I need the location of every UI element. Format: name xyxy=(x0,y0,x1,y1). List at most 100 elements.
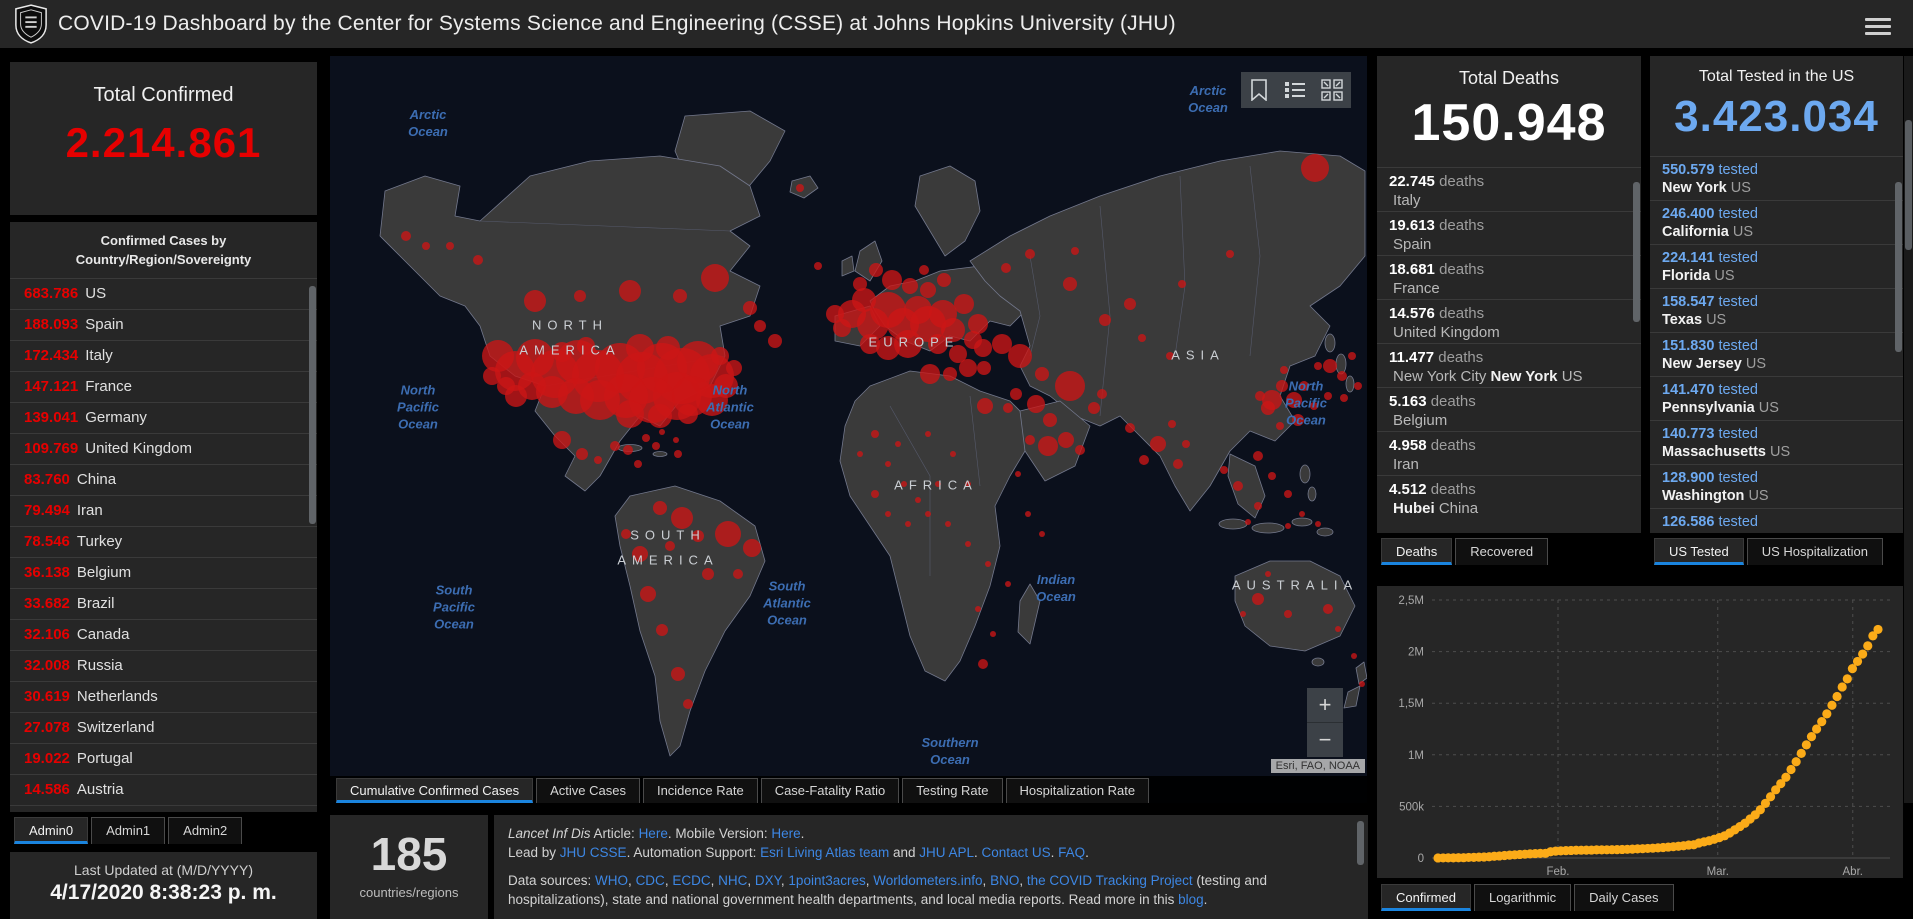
admin-tab[interactable]: Admin0 xyxy=(14,817,88,844)
deaths-scrollbar[interactable] xyxy=(1633,182,1640,322)
country-name: Germany xyxy=(85,409,147,426)
info-scrollbar[interactable] xyxy=(1357,821,1364,865)
tested-tab[interactable]: US Hospitalization xyxy=(1747,538,1883,565)
confirmed-country-row[interactable]: 27.078 Switzerland xyxy=(10,712,317,743)
tested-row[interactable]: 550.579 tested New York US xyxy=(1650,156,1903,200)
confirmed-country-row[interactable]: 188.093 Spain xyxy=(10,309,317,340)
confirmed-country-row[interactable]: 147.121 France xyxy=(10,371,317,402)
tested-scrollbar[interactable] xyxy=(1895,182,1902,352)
confirmed-country-row[interactable]: 109.769 United Kingdom xyxy=(10,433,317,464)
deaths-tab[interactable]: Recovered xyxy=(1455,538,1548,565)
deaths-recovered-tabs: DeathsRecovered xyxy=(1381,538,1548,565)
deaths-row[interactable]: 18.681 deaths France xyxy=(1377,255,1641,299)
nhc-link[interactable]: NHC xyxy=(718,873,747,888)
confirmed-country-row[interactable]: 14.586 Austria xyxy=(10,774,317,805)
tested-suffix: tested xyxy=(1718,294,1758,310)
confirmed-country-row[interactable]: 79.494 Iran xyxy=(10,495,317,526)
total-confirmed-value: 2.214.861 xyxy=(10,119,317,167)
jhu-csse-link[interactable]: JHU CSSE xyxy=(560,845,627,860)
deaths-row[interactable]: 11.477 deaths New York City New York US xyxy=(1377,343,1641,387)
confirmed-country-row[interactable]: 32.106 Canada xyxy=(10,619,317,650)
map-layer-tab[interactable]: Active Cases xyxy=(536,778,640,803)
svg-text:500k: 500k xyxy=(1399,801,1424,813)
confirmed-country-row[interactable]: 139.041 Germany xyxy=(10,402,317,433)
deaths-row[interactable]: 19.613 deaths Spain xyxy=(1377,211,1641,255)
tested-row[interactable]: 158.547 tested Texas US xyxy=(1650,288,1903,332)
country-name: Spain xyxy=(85,316,123,333)
confirmed-country-row[interactable]: 83.760 China xyxy=(10,464,317,495)
confirmed-country-row[interactable]: 172.434 Italy xyxy=(10,340,317,371)
chart-tab[interactable]: Logarithmic xyxy=(1474,884,1571,911)
blog-link[interactable]: blog xyxy=(1178,892,1204,907)
bookmark-icon[interactable] xyxy=(1249,79,1269,101)
chart-tab[interactable]: Daily Cases xyxy=(1574,884,1673,911)
deaths-row[interactable]: 5.163 deaths Belgium xyxy=(1377,387,1641,431)
who-link[interactable]: WHO xyxy=(595,873,628,888)
confirmed-list-scrollbar[interactable] xyxy=(309,286,316,524)
total-confirmed-title: Total Confirmed xyxy=(10,84,317,107)
worldometers-link[interactable]: Worldometers.info xyxy=(873,873,982,888)
map-layer-tab[interactable]: Hospitalization Rate xyxy=(1006,778,1150,803)
deaths-row[interactable]: 22.745 deaths Italy xyxy=(1377,167,1641,211)
tested-row[interactable]: 126.586 tested xyxy=(1650,508,1903,533)
tested-row[interactable]: 246.400 tested California US xyxy=(1650,200,1903,244)
deaths-suffix: deaths xyxy=(1431,481,1476,498)
tested-row[interactable]: 151.830 tested New Jersey US xyxy=(1650,332,1903,376)
esri-link[interactable]: Esri Living Atlas team xyxy=(760,845,889,860)
jhu-apl-link[interactable]: JHU APL xyxy=(919,845,974,860)
admin-tab[interactable]: Admin1 xyxy=(91,817,165,844)
case-count: 139.041 xyxy=(24,409,78,426)
tested-row[interactable]: 224.141 tested Florida US xyxy=(1650,244,1903,288)
deaths-row[interactable]: 4.512 deaths Hubei China xyxy=(1377,475,1641,519)
map-layer-tab[interactable]: Case-Fatality Ratio xyxy=(761,778,900,803)
tested-tab[interactable]: US Tested xyxy=(1654,538,1744,565)
legend-list-icon[interactable] xyxy=(1284,80,1306,100)
confirmed-country-row[interactable]: 13.980 Ireland xyxy=(10,805,317,812)
country-name: Turkey xyxy=(77,533,122,550)
right-scrollbar[interactable] xyxy=(1904,56,1913,803)
confirmed-country-row[interactable]: 683.786 US xyxy=(10,278,317,309)
state-name: Pennsylvania xyxy=(1662,400,1755,416)
confirmed-country-row[interactable]: 30.619 Netherlands xyxy=(10,681,317,712)
case-count: 83.760 xyxy=(24,471,70,488)
world-map[interactable]: Arctic OceanArctic OceanNorth Atlantic O… xyxy=(330,56,1367,803)
tested-row[interactable]: 141.470 tested Pennsylvania US xyxy=(1650,376,1903,420)
tested-count: 151.830 xyxy=(1662,338,1714,354)
zoom-out-button[interactable]: − xyxy=(1307,722,1343,757)
zoom-in-button[interactable]: + xyxy=(1307,688,1343,722)
chart-tab[interactable]: Confirmed xyxy=(1381,884,1471,911)
bno-link[interactable]: BNO xyxy=(990,873,1019,888)
confirmed-country-row[interactable]: 33.682 Brazil xyxy=(10,588,317,619)
deaths-row[interactable]: 4.958 deaths Iran xyxy=(1377,431,1641,475)
page-title: COVID-19 Dashboard by the Center for Sys… xyxy=(58,12,1176,36)
menu-icon[interactable] xyxy=(1865,14,1891,34)
deaths-suffix: deaths xyxy=(1431,437,1476,454)
deaths-list: 22.745 deaths Italy 19.613 deaths Spain … xyxy=(1377,167,1641,519)
confirmed-country-row[interactable]: 32.008 Russia xyxy=(10,650,317,681)
country-name: Austria xyxy=(77,781,124,798)
confirmed-country-row[interactable]: 19.022 Portugal xyxy=(10,743,317,774)
basemap-grid-icon[interactable] xyxy=(1321,79,1343,101)
1point3acres-link[interactable]: 1point3acres xyxy=(788,873,865,888)
case-count: 32.106 xyxy=(24,626,70,643)
map-layer-tab[interactable]: Incidence Rate xyxy=(643,778,758,803)
dxy-link[interactable]: DXY xyxy=(755,873,781,888)
map-layer-tab[interactable]: Cumulative Confirmed Cases xyxy=(336,778,533,803)
country-name: France xyxy=(85,378,132,395)
faq-link[interactable]: FAQ xyxy=(1058,845,1085,860)
tested-row[interactable]: 140.773 tested Massachusetts US xyxy=(1650,420,1903,464)
confirmed-country-row[interactable]: 78.546 Turkey xyxy=(10,526,317,557)
covid-tracking-link[interactable]: the COVID Tracking Project xyxy=(1027,873,1193,888)
cdc-link[interactable]: CDC xyxy=(636,873,665,888)
admin-tab[interactable]: Admin2 xyxy=(168,817,242,844)
ecdc-link[interactable]: ECDC xyxy=(672,873,710,888)
map-layer-tab[interactable]: Testing Rate xyxy=(902,778,1002,803)
cumulative-cases-chart[interactable]: 0500k1M1,5M2M2,5MFeb.Mar.Abr. xyxy=(1377,586,1903,878)
tested-row[interactable]: 128.900 tested Washington US xyxy=(1650,464,1903,508)
contact-link[interactable]: Contact US xyxy=(982,845,1051,860)
mobile-link[interactable]: Here xyxy=(771,826,800,841)
deaths-row[interactable]: 14.576 deaths United Kingdom xyxy=(1377,299,1641,343)
deaths-tab[interactable]: Deaths xyxy=(1381,538,1452,565)
article-link[interactable]: Here xyxy=(639,826,668,841)
confirmed-country-row[interactable]: 36.138 Belgium xyxy=(10,557,317,588)
